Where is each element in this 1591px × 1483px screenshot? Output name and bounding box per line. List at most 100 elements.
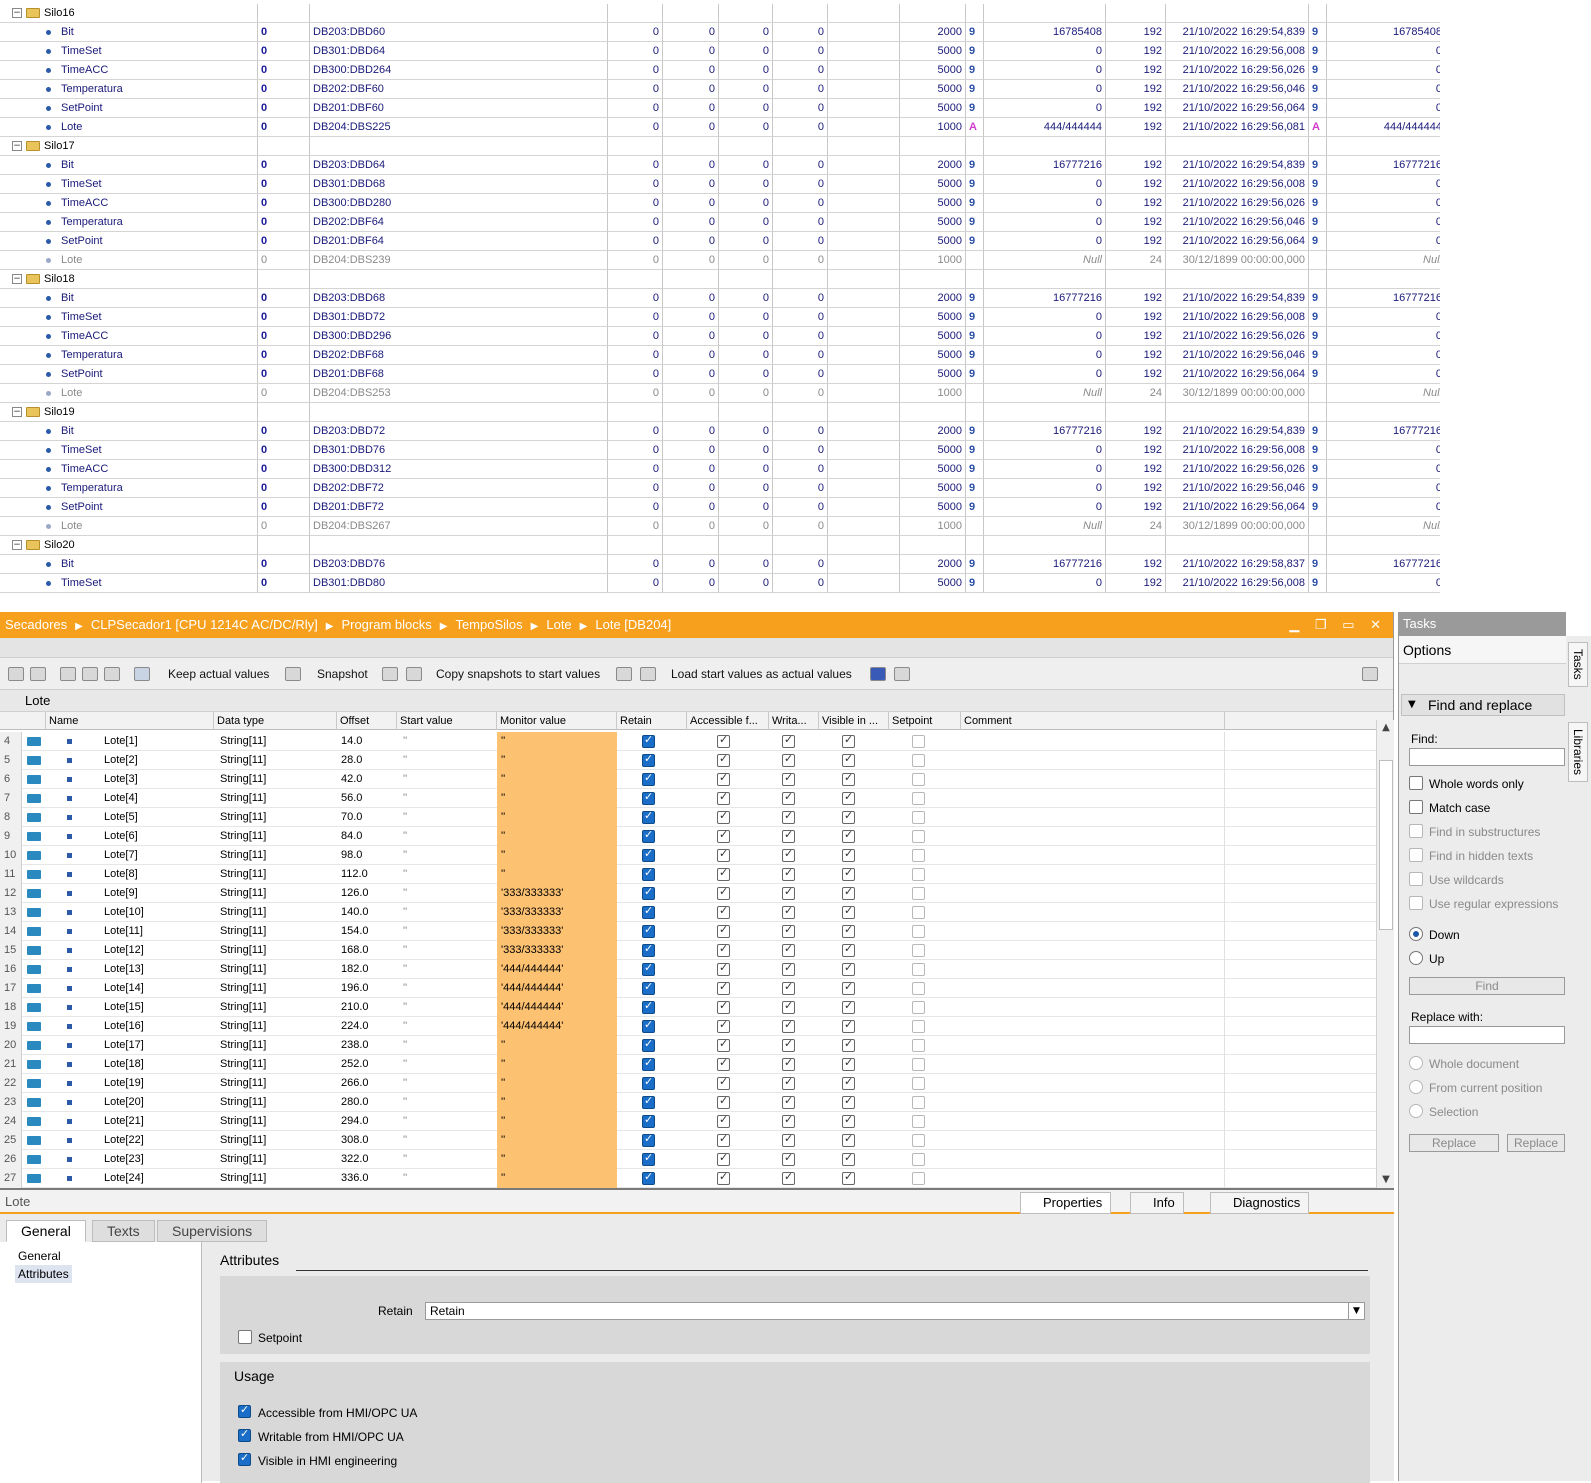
row-start-value[interactable]: '' xyxy=(403,846,497,865)
row-comment[interactable] xyxy=(961,960,1225,979)
row-start-value[interactable]: '' xyxy=(403,922,497,941)
row-name[interactable]: Lote[18] xyxy=(104,1055,214,1074)
keep-actual-values-button[interactable]: Keep actual values xyxy=(168,667,269,681)
nav-general[interactable]: General xyxy=(0,1246,201,1265)
table-row[interactable]: 16 Lote[13] String[11] 182.0 '' '444/444444' xyxy=(0,960,1376,979)
writable-checkbox[interactable] xyxy=(782,961,795,976)
tab-info[interactable]: Info xyxy=(1130,1192,1184,1214)
table-row[interactable]: 5 Lote[2] String[11] 28.0 '' '' xyxy=(0,751,1376,770)
column-header[interactable]: Start value xyxy=(397,712,497,730)
side-tab-libraries[interactable]: Libraries xyxy=(1568,722,1588,783)
accessible-checkbox[interactable] xyxy=(717,980,730,995)
accessible-checkbox[interactable] xyxy=(717,1037,730,1052)
tag-group-row[interactable]: − Silo16 xyxy=(0,4,1440,23)
retain-checkbox[interactable] xyxy=(642,866,655,881)
row-comment[interactable] xyxy=(961,1093,1225,1112)
row-datatype[interactable]: String[11] xyxy=(220,884,337,903)
tag-row[interactable]: Temperatura 0 DB202:DBF72 0 0 0 0 5000 9 0 192 21/1… xyxy=(0,479,1440,498)
table-row[interactable]: 4 Lote[1] String[11] 14.0 '' '' xyxy=(0,732,1376,751)
accessible-checkbox[interactable] xyxy=(717,1056,730,1071)
row-start-value[interactable]: '' xyxy=(403,1131,497,1150)
column-header[interactable]: Comment xyxy=(961,712,1225,730)
visible-checkbox[interactable] xyxy=(842,904,855,919)
retain-checkbox[interactable] xyxy=(642,923,655,938)
whole-words-checkbox[interactable] xyxy=(1409,776,1423,790)
writable-checkbox[interactable] xyxy=(782,980,795,995)
row-monitor-value[interactable]: '' xyxy=(497,1131,617,1150)
table-row[interactable]: 22 Lote[19] String[11] 266.0 '' '' xyxy=(0,1074,1376,1093)
row-monitor-value[interactable]: '' xyxy=(497,1093,617,1112)
accessible-checkbox[interactable] xyxy=(717,999,730,1014)
insert-row-icon[interactable] xyxy=(8,667,24,681)
row-datatype[interactable]: String[11] xyxy=(220,1074,337,1093)
row-start-value[interactable]: '' xyxy=(403,1169,497,1188)
writable-checkbox[interactable] xyxy=(782,904,795,919)
tag-row[interactable]: TimeSet 0 DB301:DBD72 0 0 0 0 5000 9 0 192 21/10/20… xyxy=(0,308,1440,327)
table-row[interactable]: 20 Lote[17] String[11] 238.0 '' '' xyxy=(0,1036,1376,1055)
row-name[interactable]: Lote[9] xyxy=(104,884,214,903)
setpoint-checkbox[interactable] xyxy=(912,944,925,957)
scroll-down-icon[interactable]: ▼ xyxy=(1377,1172,1395,1188)
accessible-checkbox[interactable] xyxy=(717,885,730,900)
retain-checkbox[interactable] xyxy=(642,1075,655,1090)
view-options-icon[interactable] xyxy=(1362,667,1378,681)
retain-checkbox[interactable] xyxy=(642,771,655,786)
row-comment[interactable] xyxy=(961,922,1225,941)
column-header[interactable]: Retain xyxy=(617,712,687,730)
writable-checkbox[interactable] xyxy=(782,885,795,900)
snapshot-icon[interactable] xyxy=(285,667,301,681)
writable-checkbox[interactable] xyxy=(782,847,795,862)
breadcrumb-item[interactable]: Lote [DB204] xyxy=(595,617,671,632)
row-name[interactable]: Lote[8] xyxy=(104,865,214,884)
tag-row[interactable]: TimeACC 0 DB300:DBD264 0 0 0 0 5000 9 0 192 21/10/2… xyxy=(0,61,1440,80)
visible-checkbox[interactable] xyxy=(842,942,855,957)
subtab-supervisions[interactable]: Supervisions xyxy=(157,1220,268,1242)
table-row[interactable]: 24 Lote[21] String[11] 294.0 '' '' xyxy=(0,1112,1376,1131)
row-start-value[interactable]: '' xyxy=(403,1074,497,1093)
row-name[interactable]: Lote[5] xyxy=(104,808,214,827)
collapse-icon[interactable]: − xyxy=(12,540,22,550)
load-start-values-button[interactable]: Load start values as actual values xyxy=(671,667,852,681)
row-monitor-value[interactable]: '' xyxy=(497,1169,617,1188)
row-name[interactable]: Lote[1] xyxy=(104,732,214,751)
copy-snapshots-button[interactable]: Copy snapshots to start values xyxy=(436,667,600,681)
replace-input[interactable] xyxy=(1409,1026,1565,1044)
setpoint-checkbox[interactable] xyxy=(912,982,925,995)
row-name[interactable]: Lote[22] xyxy=(104,1131,214,1150)
column-header[interactable]: Accessible f... xyxy=(687,712,769,730)
row-start-value[interactable]: '' xyxy=(403,1093,497,1112)
copy-snapshot2-icon[interactable] xyxy=(406,667,422,681)
scroll-thumb[interactable] xyxy=(1379,760,1393,930)
row-start-value[interactable]: '' xyxy=(403,1017,497,1036)
row-monitor-value[interactable]: '333/333333' xyxy=(497,903,617,922)
visible-checkbox[interactable] xyxy=(842,1094,855,1109)
retain-checkbox[interactable] xyxy=(642,809,655,824)
setpoint-checkbox[interactable] xyxy=(912,925,925,938)
row-comment[interactable] xyxy=(961,1169,1225,1188)
table-row[interactable]: 7 Lote[4] String[11] 56.0 '' '' xyxy=(0,789,1376,808)
retain-checkbox[interactable] xyxy=(642,828,655,843)
substructures-checkbox[interactable] xyxy=(1409,824,1423,838)
setpoint-checkbox[interactable] xyxy=(912,735,925,748)
column-header[interactable]: Monitor value xyxy=(497,712,617,730)
retain-checkbox[interactable] xyxy=(642,1170,655,1185)
row-comment[interactable] xyxy=(961,1112,1225,1131)
writable-checkbox[interactable] xyxy=(782,866,795,881)
visible-checkbox[interactable] xyxy=(842,828,855,843)
accessible-checkbox[interactable] xyxy=(717,1170,730,1185)
row-datatype[interactable]: String[11] xyxy=(220,1150,337,1169)
accessible-checkbox[interactable] xyxy=(717,866,730,881)
row-datatype[interactable]: String[11] xyxy=(220,1131,337,1150)
visible-checkbox[interactable] xyxy=(842,999,855,1014)
setpoint-checkbox[interactable] xyxy=(238,1330,252,1344)
row-name[interactable]: Lote[6] xyxy=(104,827,214,846)
tag-group-row[interactable]: − Silo17 xyxy=(0,137,1440,156)
visible-checkbox[interactable] xyxy=(842,809,855,824)
table-row[interactable]: 26 Lote[23] String[11] 322.0 '' '' xyxy=(0,1150,1376,1169)
setpoint-checkbox[interactable] xyxy=(912,830,925,843)
writable-checkbox[interactable] xyxy=(782,942,795,957)
writable-checkbox[interactable] xyxy=(782,1113,795,1128)
row-monitor-value[interactable]: '' xyxy=(497,1074,617,1093)
row-monitor-value[interactable]: '' xyxy=(497,1112,617,1131)
retain-checkbox[interactable] xyxy=(642,1056,655,1071)
